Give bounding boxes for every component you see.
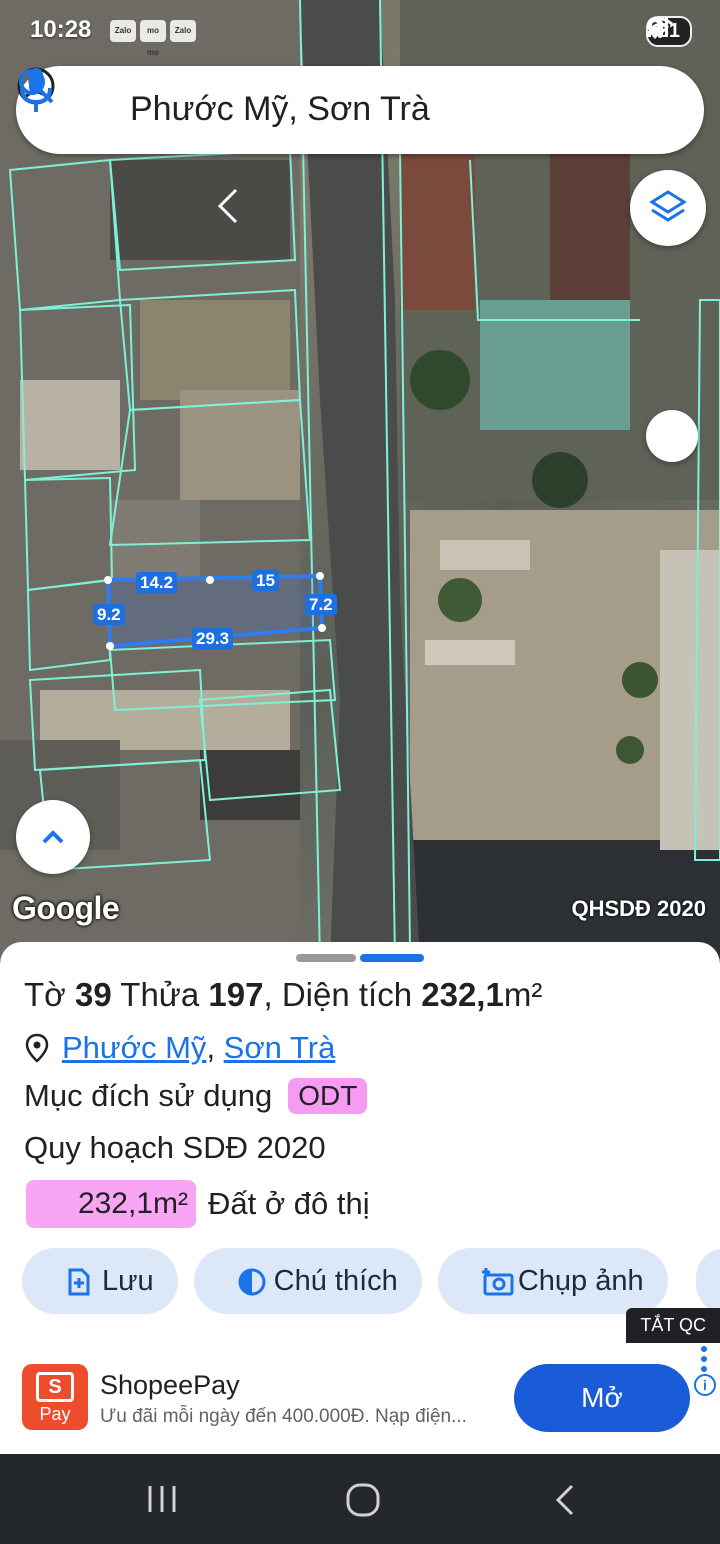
contrast-icon — [238, 1268, 266, 1296]
parcel-label: Thửa — [120, 976, 200, 1013]
ad-menu-icon[interactable] — [701, 1346, 707, 1376]
dimension-label-east: 7.2 — [305, 594, 337, 615]
status-indicators: 81 — [645, 16, 692, 47]
home-icon[interactable] — [344, 1482, 382, 1518]
layers-icon — [649, 190, 687, 222]
legend-button-label: Chú thích — [273, 1264, 398, 1297]
action-buttons: Lưu Chú thích Chụp ảnh — [22, 1248, 668, 1314]
zalo-notification-icon: Zalo — [110, 20, 136, 42]
address-separator: , — [206, 1030, 224, 1065]
area-unit: m² — [503, 976, 543, 1013]
sheet-label: Tờ — [24, 976, 66, 1013]
ad-title: ShopeePay — [100, 1370, 240, 1400]
shopee-bag-icon: S — [36, 1372, 74, 1402]
location-pin-icon — [25, 1033, 49, 1063]
back-icon[interactable] — [550, 1482, 580, 1518]
planning-area-chip: 232,1m² — [26, 1180, 196, 1228]
shopeepay-logo: S Pay — [22, 1364, 88, 1430]
map-layers-button[interactable] — [630, 170, 706, 246]
bookmark-add-icon — [68, 1268, 90, 1296]
system-navigation-bar — [0, 1454, 720, 1544]
parcel-info-sheet: Tờ 39 Thửa 197, Diện tích 232,1m² Phước … — [0, 942, 720, 1352]
zalo-notification-icon: Zalo — [170, 20, 196, 42]
save-button-label: Lưu — [102, 1264, 154, 1297]
sheet-handle-active[interactable] — [360, 954, 424, 962]
purpose-label: Mục đích sử dụng — [24, 1078, 273, 1113]
dimension-label-south: 29.3 — [192, 628, 234, 649]
more-actions-button[interactable] — [696, 1248, 720, 1314]
save-button[interactable]: Lưu — [22, 1248, 178, 1314]
expand-sheet-button[interactable] — [16, 800, 90, 874]
sheet-number: 39 — [74, 976, 112, 1013]
signal-icon — [646, 17, 668, 37]
shopeepay-logo-text: Pay — [39, 1404, 71, 1424]
camera-add-icon — [481, 1268, 514, 1296]
map-layer-label: QHSDĐ 2020 — [571, 896, 706, 921]
status-bar: 10:28 Zalo mo mo Zalo 81 — [0, 0, 720, 62]
area-label: , Diện tích — [263, 976, 413, 1013]
parcel-title: Tờ 39 Thửa 197, Diện tích 232,1m² — [24, 976, 542, 1014]
status-time: 10:28 — [30, 16, 92, 43]
google-watermark: Google — [12, 890, 120, 926]
hide-ads-button[interactable]: TẮT QC — [626, 1308, 720, 1343]
notification-icons: Zalo mo mo Zalo — [110, 20, 196, 57]
planning-label: Quy hoạch SDĐ 2020 — [24, 1130, 326, 1165]
take-photo-button-label: Chụp ảnh — [517, 1264, 644, 1297]
momo-notification-icon: mo mo — [140, 20, 166, 57]
ad-banner[interactable]: S Pay ShopeePay Ưu đãi mỗi ngày đến 400.… — [0, 1342, 720, 1454]
planning-land-use: Đất ở đô thị — [208, 1186, 370, 1221]
search-query[interactable]: Phước Mỹ, Sơn Trà — [130, 90, 430, 129]
chevron-up-icon — [42, 830, 64, 844]
map-control-button[interactable] — [646, 410, 698, 462]
land-use-purpose-row: Mục đích sử dụng ODT — [24, 1078, 368, 1114]
district-link[interactable]: Sơn Trà — [224, 1030, 336, 1066]
take-photo-button[interactable]: Chụp ảnh — [437, 1248, 668, 1314]
land-use-code-badge: ODT — [288, 1078, 368, 1114]
ad-description: Ưu đãi mỗi ngày đến 400.000Đ. Nạp điện..… — [100, 1406, 467, 1427]
legend-button[interactable]: Chú thích — [193, 1248, 422, 1314]
ward-link[interactable]: Phước Mỹ — [62, 1030, 206, 1066]
dimension-label-north-east: 15 — [252, 570, 279, 591]
microphone-icon[interactable] — [16, 66, 56, 114]
sheet-handle[interactable] — [296, 954, 356, 962]
recent-apps-icon[interactable] — [144, 1482, 180, 1516]
planning-area-row: 232,1m² Đất ở đô thị — [26, 1180, 370, 1228]
search-bar[interactable]: Phước Mỹ, Sơn Trà — [16, 66, 704, 154]
parcel-number: 197 — [208, 976, 264, 1013]
dimension-label-west: 9.2 — [93, 604, 125, 625]
satellite-map[interactable]: 14.2 15 9.2 7.2 29.3 10:28 Zalo mo mo Za… — [0, 0, 720, 960]
ad-open-button[interactable]: Mở — [514, 1364, 690, 1432]
address-row: Phước Mỹ, Sơn Trà — [24, 1030, 335, 1066]
area-value: 232,1 — [421, 976, 504, 1013]
ad-info-icon[interactable]: i — [694, 1374, 716, 1396]
dimension-label-north-west: 14.2 — [136, 572, 178, 593]
